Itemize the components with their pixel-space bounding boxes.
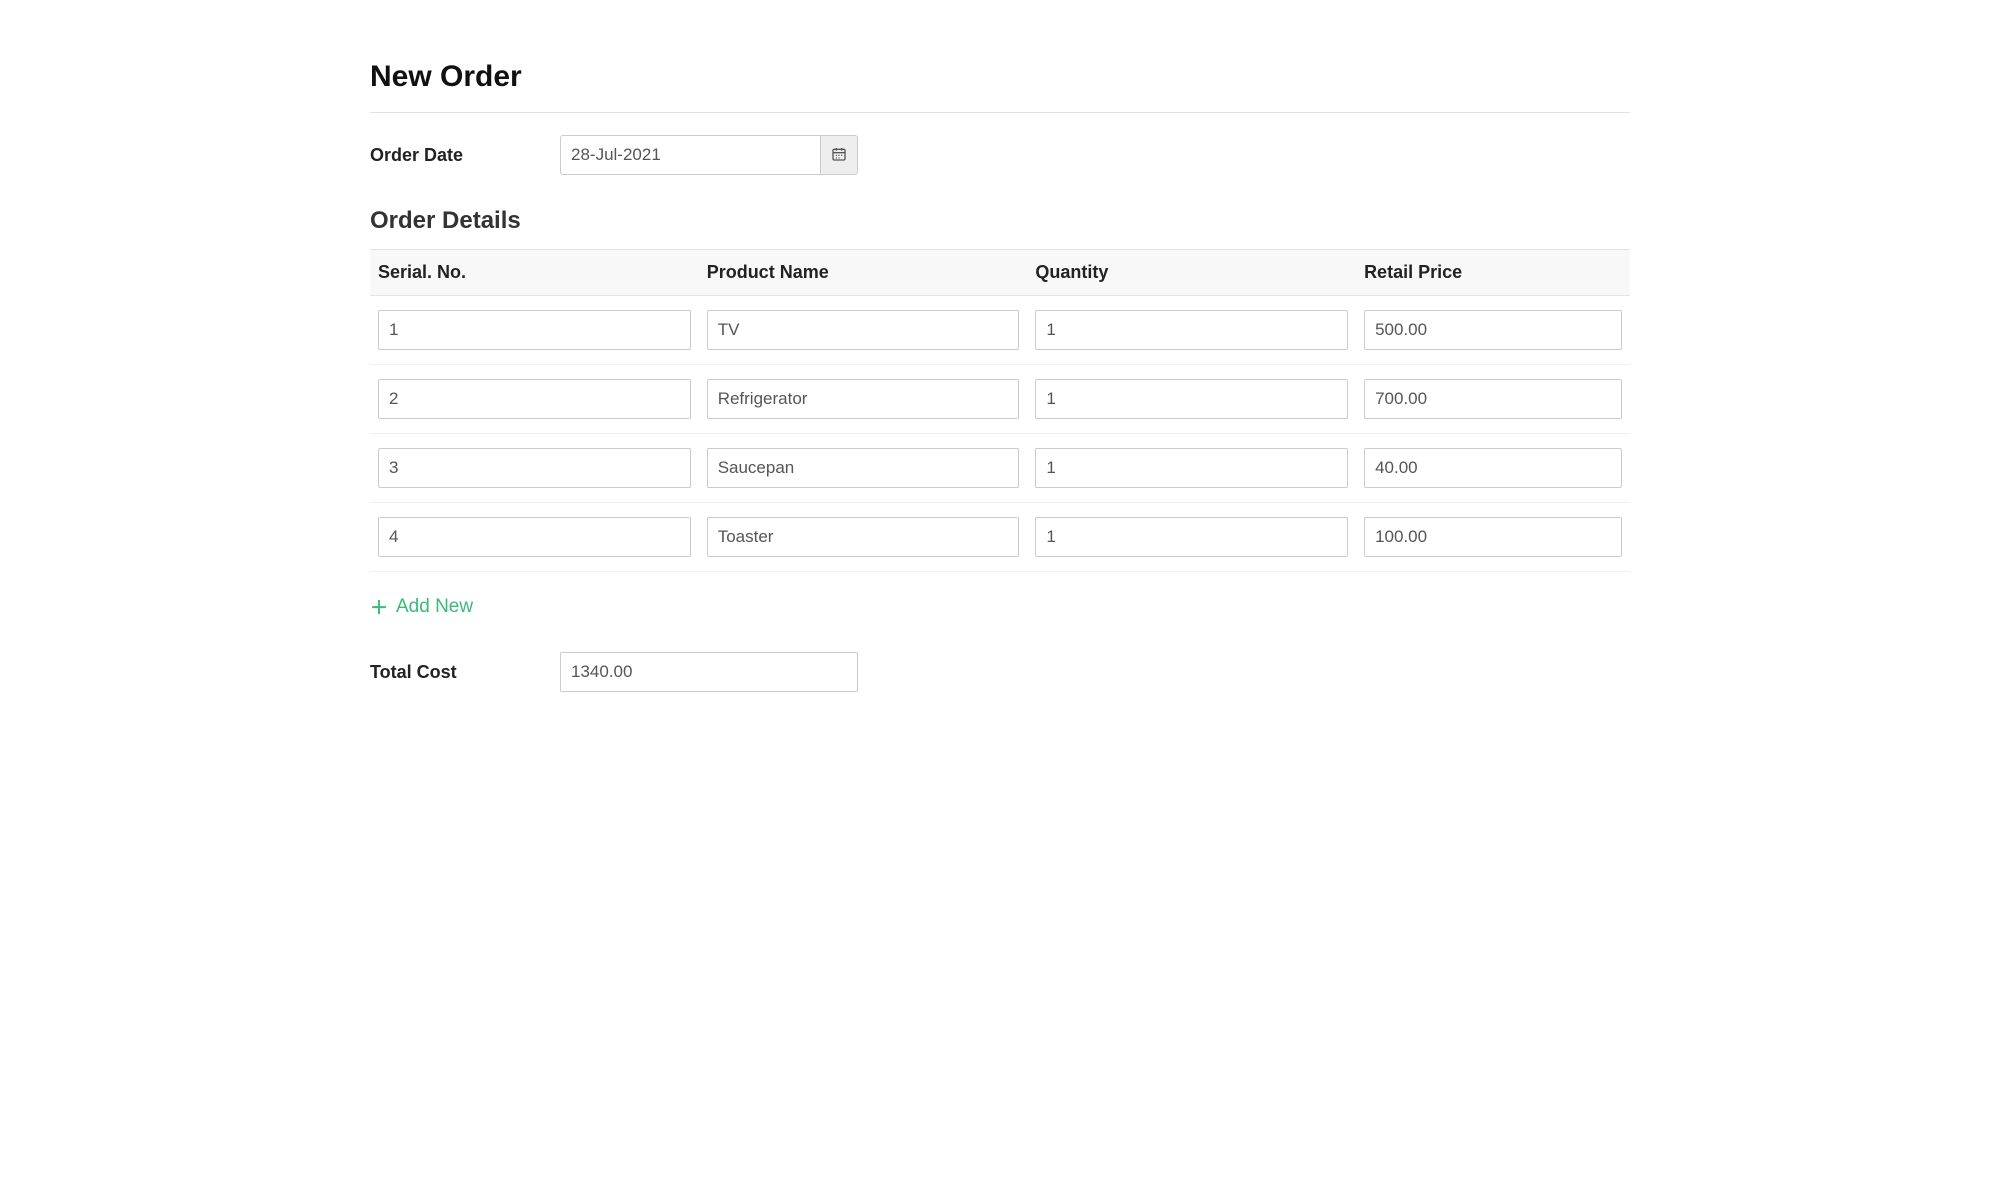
plus-icon: ＋ bbox=[370, 594, 388, 620]
price-input[interactable] bbox=[1364, 517, 1622, 557]
order-details-title: Order Details bbox=[370, 207, 1630, 235]
price-input[interactable] bbox=[1364, 310, 1622, 350]
col-quantity: Quantity bbox=[1027, 250, 1356, 296]
product-input[interactable] bbox=[707, 517, 1020, 557]
table-row bbox=[370, 365, 1630, 434]
order-details-table: Serial. No. Product Name Quantity Retail… bbox=[370, 249, 1630, 572]
product-input[interactable] bbox=[707, 310, 1020, 350]
col-price: Retail Price bbox=[1356, 250, 1630, 296]
order-date-input[interactable] bbox=[560, 135, 820, 175]
table-row bbox=[370, 503, 1630, 572]
calendar-icon bbox=[831, 146, 847, 165]
price-input[interactable] bbox=[1364, 379, 1622, 419]
serial-input[interactable] bbox=[378, 310, 691, 350]
total-cost-input[interactable] bbox=[560, 652, 858, 692]
add-new-button[interactable]: ＋ Add New bbox=[370, 590, 473, 624]
order-date-label: Order Date bbox=[370, 145, 560, 166]
total-cost-label: Total Cost bbox=[370, 662, 560, 683]
table-row bbox=[370, 434, 1630, 503]
price-input[interactable] bbox=[1364, 448, 1622, 488]
order-date-row: Order Date bbox=[370, 135, 1630, 175]
product-input[interactable] bbox=[707, 379, 1020, 419]
calendar-button[interactable] bbox=[820, 135, 858, 175]
qty-input[interactable] bbox=[1035, 448, 1348, 488]
col-product: Product Name bbox=[699, 250, 1028, 296]
total-cost-row: Total Cost bbox=[370, 652, 1630, 692]
serial-input[interactable] bbox=[378, 517, 691, 557]
serial-input[interactable] bbox=[378, 379, 691, 419]
serial-input[interactable] bbox=[378, 448, 691, 488]
page-title: New Order bbox=[370, 60, 1630, 113]
order-date-group bbox=[560, 135, 858, 175]
qty-input[interactable] bbox=[1035, 310, 1348, 350]
table-row bbox=[370, 296, 1630, 365]
product-input[interactable] bbox=[707, 448, 1020, 488]
qty-input[interactable] bbox=[1035, 517, 1348, 557]
qty-input[interactable] bbox=[1035, 379, 1348, 419]
col-serial: Serial. No. bbox=[370, 250, 699, 296]
add-new-label: Add New bbox=[396, 596, 473, 618]
table-header-row: Serial. No. Product Name Quantity Retail… bbox=[370, 250, 1630, 296]
